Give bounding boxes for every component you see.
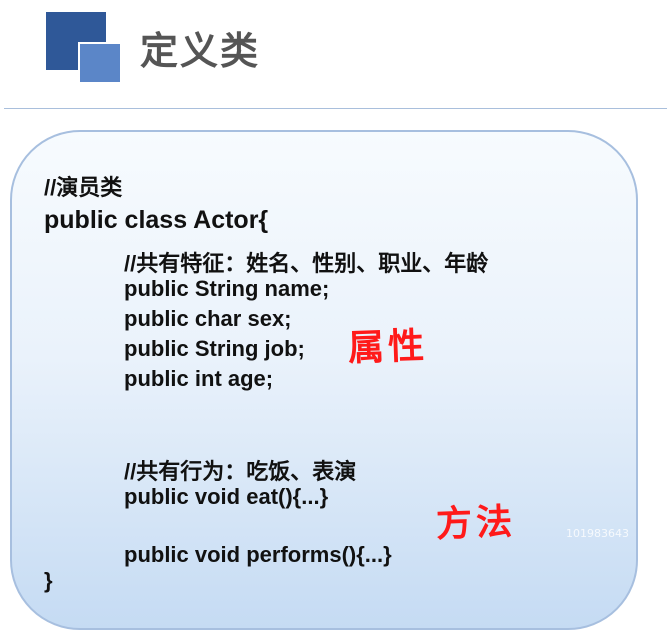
slide-title: 定义类 <box>140 29 261 73</box>
class-comment: //演员类 <box>44 175 123 200</box>
field-sex: public char sex; <box>124 306 292 331</box>
field-age: public int age; <box>124 366 274 391</box>
watermark: 101983643 <box>566 527 629 540</box>
class-closing-brace: } <box>44 568 53 593</box>
method-performs: public void performs(){...} <box>124 542 392 567</box>
attributes-annotation: 属性 <box>347 325 429 370</box>
logo-square-front <box>78 42 122 84</box>
methods-annotation: 方法 <box>435 501 517 546</box>
class-declaration: public class Actor{ <box>44 206 269 234</box>
field-job: public String job; <box>124 336 305 361</box>
title-divider <box>4 108 667 109</box>
section-logo <box>46 12 126 84</box>
field-name: public String name; <box>124 276 330 301</box>
methods-comment: //共有行为：吃饭、表演 <box>124 459 357 484</box>
fields-comment: //共有特征：姓名、性别、职业、年龄 <box>124 251 489 276</box>
method-eat: public void eat(){...} <box>124 484 329 509</box>
